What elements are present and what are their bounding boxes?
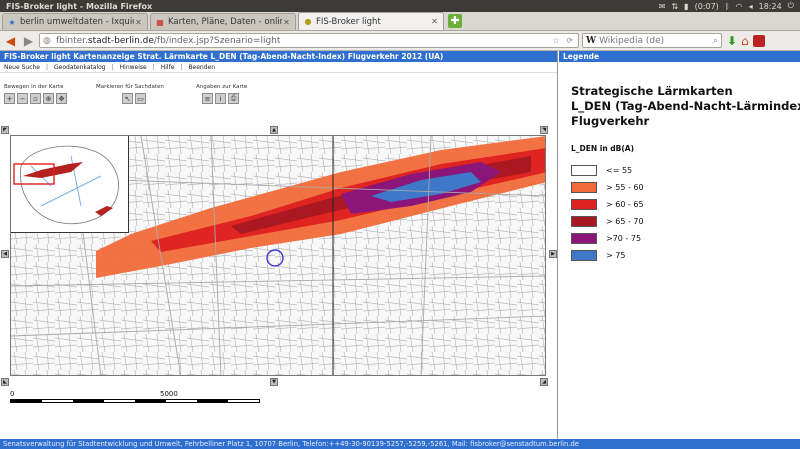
legend-item: > 55 - 60 [571, 179, 800, 196]
globe-icon: ◍ [43, 35, 51, 46]
wifi-icon[interactable]: ◠ [736, 2, 743, 11]
overview-map-graphic [13, 145, 119, 225]
toolgroup-move: Bewegen in der Karte + − ▫ ⊕ ✥ [4, 84, 67, 104]
legend-subtitle: L_DEN in dB(A) [571, 144, 635, 153]
noise-map[interactable] [10, 135, 546, 376]
zoom-box-icon[interactable]: ▫ [30, 93, 41, 104]
home-icon[interactable]: ⌂ [741, 34, 749, 48]
legend-item: > 65 - 70 [571, 213, 800, 230]
new-tab-button[interactable]: ✚ [448, 14, 462, 28]
scale-start: 0 [10, 390, 15, 398]
menu-hinweise[interactable]: Hinweise [120, 64, 147, 71]
search-placeholder: Wikipedia (de) [599, 35, 665, 46]
power-icon[interactable]: ⏻ [788, 1, 794, 11]
scale-bar-segments [10, 399, 260, 403]
zoom-full-icon[interactable]: ⊕ [43, 93, 54, 104]
legend-item: > 75 [571, 247, 800, 264]
pan-north-icon[interactable]: ▲ [270, 126, 278, 134]
legend-item: > 60 - 65 [571, 196, 800, 213]
star-icon: ★ [8, 17, 16, 27]
legend-icon[interactable]: ≡ [202, 93, 213, 104]
legend-pane: Legende Strategische Lärmkarten L_DEN (T… [559, 51, 800, 439]
tab-bar: ★ berlin umweltdaten - Ixquic... ✕ ▦ Kar… [0, 12, 800, 31]
close-icon[interactable]: ✕ [134, 18, 143, 27]
navigation-bar: ◀ ▶ ◍ fbinter. stadt-berlin.de/fb/index.j… [0, 31, 800, 51]
berlin-favicon-icon: ▦ [156, 17, 164, 27]
pan-east-icon[interactable]: ▶ [549, 250, 557, 258]
print-icon[interactable]: ⎙ [228, 93, 239, 104]
legend-swatch [571, 182, 597, 193]
map-header: FIS-Broker light Kartenanzeige Strat. Lä… [0, 51, 557, 62]
network-icon[interactable]: ⇅ [671, 2, 678, 11]
zoom-out-icon[interactable]: − [17, 93, 28, 104]
tab-ixquick[interactable]: ★ berlin umweltdaten - Ixquic... ✕ [2, 13, 148, 30]
pan-northeast-icon[interactable]: ◥ [540, 126, 548, 134]
os-top-panel: FIS-Broker light - Mozilla Firefox ✉ ⇅ ▮… [0, 0, 800, 12]
fis-favicon-icon: ● [304, 17, 312, 26]
tab-fis-broker[interactable]: ● FIS-Broker light ✕ [298, 12, 444, 30]
menu-neue-suche[interactable]: Neue Suche [4, 64, 40, 71]
battery-icon[interactable]: ▮ [684, 2, 688, 11]
reload-icon[interactable]: ☆ ⟳ [553, 36, 575, 45]
url-bar[interactable]: ◍ fbinter. stadt-berlin.de/fb/index.jsp?S… [39, 33, 579, 48]
toolgroup-select: Markieren für Sachdaten ↖ ▭ [96, 84, 164, 104]
legend-swatch [571, 199, 597, 210]
pan-icon[interactable]: ✥ [56, 93, 67, 104]
overview-map[interactable] [11, 136, 129, 233]
download-icon[interactable]: ⬇ [727, 34, 737, 48]
close-icon[interactable]: ✕ [282, 18, 291, 27]
search-icon[interactable]: ⌕ [713, 36, 718, 46]
window-title: FIS-Broker light - Mozilla Firefox [6, 1, 153, 11]
tab-karten[interactable]: ▦ Karten, Pläne, Daten - onlin... ✕ [150, 13, 296, 30]
pan-southwest-icon[interactable]: ◣ [1, 378, 9, 386]
pan-south-icon[interactable]: ▼ [270, 378, 278, 386]
page-content: FIS-Broker light Kartenanzeige Strat. Lä… [0, 51, 800, 439]
legend-item: <= 55 [571, 162, 800, 179]
legend-item: >70 - 75 [571, 230, 800, 247]
pan-northwest-icon[interactable]: ◤ [1, 126, 9, 134]
forward-arrow-icon: ▶ [23, 33, 34, 48]
back-button[interactable]: ◀ [3, 33, 18, 48]
legend-title: Strategische Lärmkarten L_DEN (Tag-Abend… [571, 84, 800, 128]
system-tray: ✉ ⇅ ▮ (0:07) ᛒ ◠ ◂ 18:24 ⏻ [659, 1, 794, 11]
bluetooth-icon[interactable]: ᛒ [725, 2, 730, 11]
legend-swatch [571, 250, 597, 261]
extension-icon[interactable] [752, 34, 765, 47]
menu-geodatenkatalog[interactable]: Geodatenkatalog [54, 64, 106, 71]
main-menu: Neue Suche | Geodatenkatalog | Hinweise | H… [0, 62, 557, 73]
legend-swatch [571, 216, 597, 227]
menu-hilfe[interactable]: Hilfe [161, 64, 175, 71]
legend-swatch [571, 165, 597, 176]
toolgroup-map-info: Angaben zur Karte ≡ i ⎙ [196, 84, 248, 104]
select-rect-icon[interactable]: ▭ [135, 93, 146, 104]
pan-southeast-icon[interactable]: ◢ [540, 378, 548, 386]
forward-button[interactable]: ▶ [21, 33, 36, 48]
battery-time: (0:07) [694, 1, 719, 11]
clock[interactable]: 18:24 [759, 2, 782, 11]
legend-list: <= 55 > 55 - 60 > 60 - 65 > 65 - 70 >70 … [571, 162, 800, 264]
legend-swatch [571, 233, 597, 244]
map-pane: FIS-Broker light Kartenanzeige Strat. Lä… [0, 51, 558, 439]
select-point-icon[interactable]: ↖ [122, 93, 133, 104]
pan-west-icon[interactable]: ◀ [1, 250, 9, 258]
back-arrow-icon: ◀ [5, 33, 16, 48]
scale-mid: 5000 [160, 390, 178, 398]
wikipedia-icon: W [586, 35, 597, 46]
search-bar[interactable]: W Wikipedia (de) ⌕ [582, 33, 722, 48]
page-footer: Senatsverwaltung für Stadtentwicklung un… [0, 439, 800, 449]
menu-beenden[interactable]: Beenden [188, 64, 215, 71]
legend-header: Legende [559, 51, 800, 62]
zoom-in-icon[interactable]: + [4, 93, 15, 104]
scale-bar: 0 5000 [10, 390, 260, 403]
info-icon[interactable]: i [215, 93, 226, 104]
mail-icon[interactable]: ✉ [659, 2, 666, 11]
volume-icon[interactable]: ◂ [749, 2, 753, 11]
close-icon[interactable]: ✕ [430, 17, 439, 26]
